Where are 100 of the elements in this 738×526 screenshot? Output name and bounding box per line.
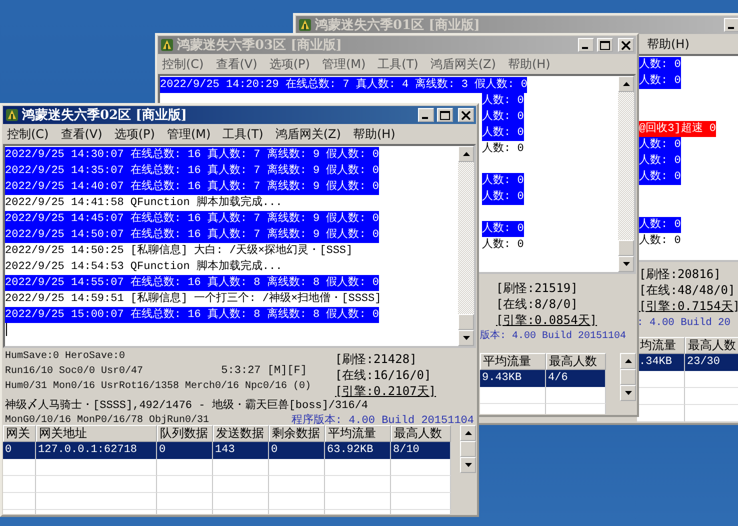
table-row[interactable]: 9.43KB 4/6: [480, 370, 606, 387]
down-arrow-icon: [622, 262, 630, 266]
table-cell: [391, 476, 451, 493]
counter-label: [刷怪:21519]: [496, 280, 579, 296]
status-text: Run16/10 Soc0/0 Usr0/47: [5, 364, 144, 379]
column-header[interactable]: 队列数据: [157, 425, 213, 442]
menu-item[interactable]: 查看(V): [60, 126, 102, 142]
table-cell: 4/6: [546, 370, 606, 387]
minimize-icon: [728, 27, 734, 29]
scrollbar-thumb[interactable]: [460, 441, 476, 457]
scroll-up-button[interactable]: [460, 425, 476, 441]
table-cell: [213, 459, 269, 476]
menu-item[interactable]: 选项(P): [114, 126, 155, 142]
scrollbar-track[interactable]: [458, 146, 474, 346]
minimize-button[interactable]: [724, 18, 738, 32]
table-cell: [3, 476, 36, 493]
column-header[interactable]: 最高人数: [391, 425, 451, 442]
table-cell: 143: [213, 442, 269, 459]
column-header[interactable]: 网关地址: [36, 425, 157, 442]
menu-item[interactable]: 控制(C): [7, 126, 49, 142]
scrollbar-thumb[interactable]: [618, 240, 634, 256]
counter-label: [引擎:0.0854天]: [496, 312, 598, 328]
menu-item[interactable]: 鸿盾网关(Z): [430, 56, 496, 72]
column-header[interactable]: 发送数据: [213, 425, 269, 442]
table-cell: [157, 459, 213, 476]
menu-item[interactable]: 选项(P): [269, 56, 310, 72]
table-cell: [157, 493, 213, 510]
table-row[interactable]: .34KB 23/30: [637, 354, 738, 371]
app-icon: [160, 38, 174, 52]
table-row[interactable]: 0 127.0.0.1:62718 0 143 0 63.92KB 8/10: [3, 442, 451, 459]
menu-item[interactable]: 鸿盾网关(Z): [275, 126, 341, 142]
menu-item[interactable]: 管理(M): [166, 126, 211, 142]
table-cell: [269, 493, 325, 510]
column-header[interactable]: 均流量: [637, 337, 685, 354]
menu-item[interactable]: 工具(T): [222, 126, 264, 142]
table-cell: 0: [3, 442, 36, 459]
table-cell: [325, 493, 391, 510]
table-cell: [3, 459, 36, 476]
table-cell: [546, 387, 606, 404]
window-title: 鸿蒙迷失六季03区 [商业版]: [177, 36, 343, 54]
maximize-button[interactable]: [597, 38, 613, 52]
scroll-up-button[interactable]: [620, 353, 636, 369]
column-header[interactable]: 最高人数: [546, 353, 606, 370]
status-text: MonG0/10/16 MonP0/16/78 ObjRun0/31: [5, 414, 210, 424]
table-cell: 0: [157, 442, 213, 459]
scrollbar-track[interactable]: [618, 76, 634, 272]
scrollbar-thumb[interactable]: [620, 369, 636, 385]
clock-text: 5:3:27 [M][F]: [221, 364, 307, 379]
menu-item[interactable]: 查看(V): [216, 56, 258, 72]
maximize-icon: [440, 110, 450, 120]
column-header[interactable]: 最高人数: [685, 337, 738, 354]
close-button[interactable]: [618, 38, 634, 52]
counter-label: [刷怪:20816]: [639, 266, 722, 282]
table-cell: 63.92KB: [325, 442, 391, 459]
scroll-down-button[interactable]: [460, 457, 476, 473]
column-header[interactable]: 平均流量: [325, 425, 391, 442]
column-header[interactable]: 剩余数据: [269, 425, 325, 442]
window-title: 鸿蒙迷失六季02区 [商业版]: [22, 106, 188, 124]
column-header[interactable]: 网关: [3, 425, 36, 442]
table-cell: [269, 459, 325, 476]
table-cell: [391, 493, 451, 510]
down-arrow-icon: [624, 391, 632, 395]
table-cell: 9.43KB: [480, 370, 546, 387]
scrollbar-track[interactable]: [620, 353, 636, 401]
scroll-down-button[interactable]: [618, 256, 634, 272]
up-arrow-icon: [462, 152, 470, 156]
scrollbar-thumb[interactable]: [458, 314, 474, 330]
close-button[interactable]: [458, 108, 474, 122]
menu-item[interactable]: 帮助(H): [352, 126, 396, 142]
column-header[interactable]: 平均流量: [480, 353, 546, 370]
table-cell: 127.0.0.1:62718: [36, 442, 157, 459]
down-arrow-icon: [464, 463, 472, 467]
app-icon: [5, 108, 19, 122]
scroll-up-button[interactable]: [458, 146, 474, 162]
menu-item[interactable]: 工具(T): [378, 56, 418, 72]
close-icon: [461, 110, 471, 120]
counter-label: [引擎:0.7154天]: [639, 298, 738, 314]
minimize-icon: [422, 117, 428, 119]
scroll-down-button[interactable]: [458, 330, 474, 346]
table-cell: 0: [269, 442, 325, 459]
scrollbar-track[interactable]: [460, 425, 476, 473]
version-label: : 4.00 Build 20: [637, 316, 732, 330]
status-text: 神级〆人马骑士・[SSSS],492/1476 - 地级・霸天巨兽[boss]/316/4: [5, 399, 370, 414]
menu-item[interactable]: 帮助(H): [647, 36, 690, 52]
minimize-button[interactable]: [578, 38, 594, 52]
menu-item[interactable]: 管理(M): [322, 56, 366, 72]
menu-item[interactable]: 控制(C): [162, 56, 204, 72]
counter-label: [在线:48/48/0]: [639, 282, 736, 298]
minimize-icon: [582, 47, 588, 49]
menu-item[interactable]: 帮助(H): [508, 56, 550, 72]
table-cell: [3, 493, 36, 510]
table-cell: 8/10: [391, 442, 451, 459]
maximize-button[interactable]: [437, 108, 453, 122]
close-icon: [621, 40, 631, 50]
app-icon: [298, 18, 312, 32]
scroll-down-button[interactable]: [620, 385, 636, 401]
minimize-button[interactable]: [418, 108, 434, 122]
window-title: 鸿蒙迷失六季01区 [商业版]: [315, 16, 481, 34]
table-cell: [213, 493, 269, 510]
scroll-up-button[interactable]: [618, 76, 634, 92]
